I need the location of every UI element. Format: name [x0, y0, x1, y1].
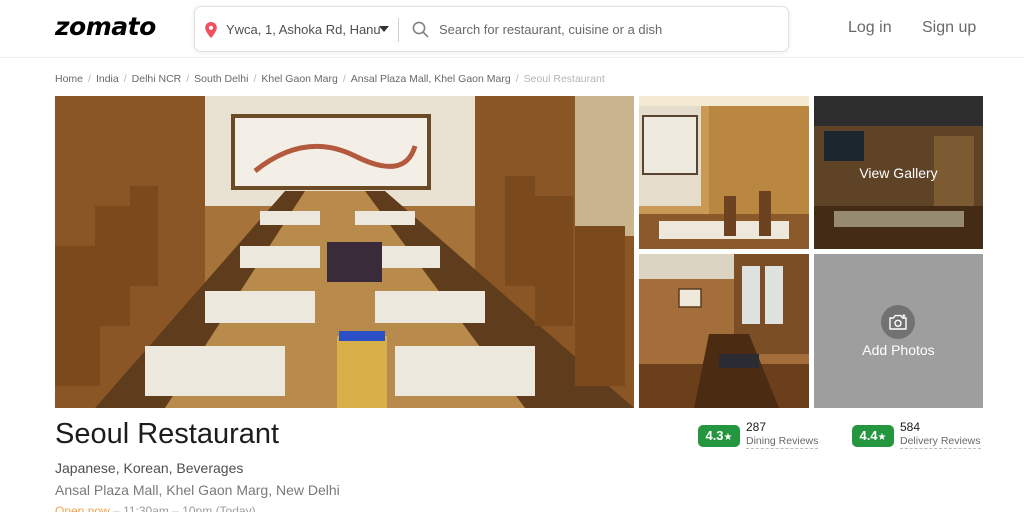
main-restaurant-photo[interactable] [55, 96, 634, 408]
open-status: Open now [55, 504, 110, 512]
breadcrumb-khel-gaon-marg[interactable]: Khel Gaon Marg [261, 73, 337, 85]
dining-review-count: 287 [746, 420, 767, 434]
add-photos-label[interactable]: Add Photos [814, 342, 983, 358]
breadcrumb-separator: / [342, 73, 346, 85]
breadcrumb-separator: / [88, 73, 91, 85]
view-gallery-label[interactable]: View Gallery [814, 165, 983, 181]
restaurant-photo-4[interactable] [639, 254, 809, 408]
opening-hours: Open now – 11:30am – 10pm (Today) [55, 504, 256, 512]
hours-separator: – [113, 504, 124, 512]
restaurant-photo-2[interactable] [639, 96, 809, 249]
dining-rating-value: 4.3 [705, 428, 724, 443]
signup-link[interactable]: Sign up [922, 19, 976, 37]
location-dropdown-icon[interactable] [379, 26, 389, 32]
breadcrumb-south-delhi[interactable]: South Delhi [194, 73, 248, 85]
search-icon [412, 21, 429, 38]
breadcrumb-india[interactable]: India [96, 73, 119, 85]
search-divider [398, 18, 399, 42]
breadcrumb-separator: / [123, 73, 127, 85]
cuisine-list: Japanese, Korean, Beverages [55, 460, 244, 476]
delivery-rating-badge: 4.4★ [852, 425, 894, 447]
breadcrumb-current: Seoul Restaurant [523, 73, 605, 85]
add-photo-icon [881, 305, 915, 339]
search-input[interactable]: Search for restaurant, cuisine or a dish [439, 22, 662, 37]
view-gallery-tile[interactable]: View Gallery [814, 96, 983, 249]
dining-rating-badge: 4.3★ [698, 425, 740, 447]
delivery-review-count: 584 [900, 420, 921, 434]
breadcrumb-separator: / [253, 73, 257, 85]
login-link[interactable]: Log in [848, 19, 892, 37]
delivery-rating-value: 4.4 [859, 428, 878, 443]
restaurant-address: Ansal Plaza Mall, Khel Gaon Marg, New De… [55, 482, 340, 498]
add-photos-tile[interactable]: Add Photos [814, 254, 983, 408]
restaurant-name: Seoul Restaurant [55, 418, 280, 450]
star-icon: ★ [723, 432, 733, 443]
breadcrumb-home[interactable]: Home [55, 73, 83, 85]
dining-reviews-label[interactable]: Dining Reviews [746, 435, 819, 449]
breadcrumb-ansal-plaza[interactable]: Ansal Plaza Mall, Khel Gaon Marg [351, 73, 511, 85]
location-input[interactable]: Ywca, 1, Ashoka Rd, Hanu [226, 22, 381, 37]
location-pin-icon [205, 22, 217, 38]
search-bar: Ywca, 1, Ashoka Rd, Hanu Search for rest… [194, 6, 789, 52]
zomato-logo[interactable]: zomato [55, 12, 156, 41]
delivery-reviews-label[interactable]: Delivery Reviews [900, 435, 981, 449]
breadcrumb: Home / India / Delhi NCR / South Delhi / Khel Ga… [55, 73, 605, 85]
breadcrumb-delhi-ncr[interactable]: Delhi NCR [132, 73, 182, 85]
breadcrumb-separator: / [515, 73, 519, 85]
breadcrumb-separator: / [186, 73, 190, 85]
hours-text: 11:30am – 10pm (Today) [123, 504, 256, 512]
top-header: zomato Ywca, 1, Ashoka Rd, Hanu Search f… [0, 0, 1024, 58]
star-icon: ★ [877, 432, 887, 443]
